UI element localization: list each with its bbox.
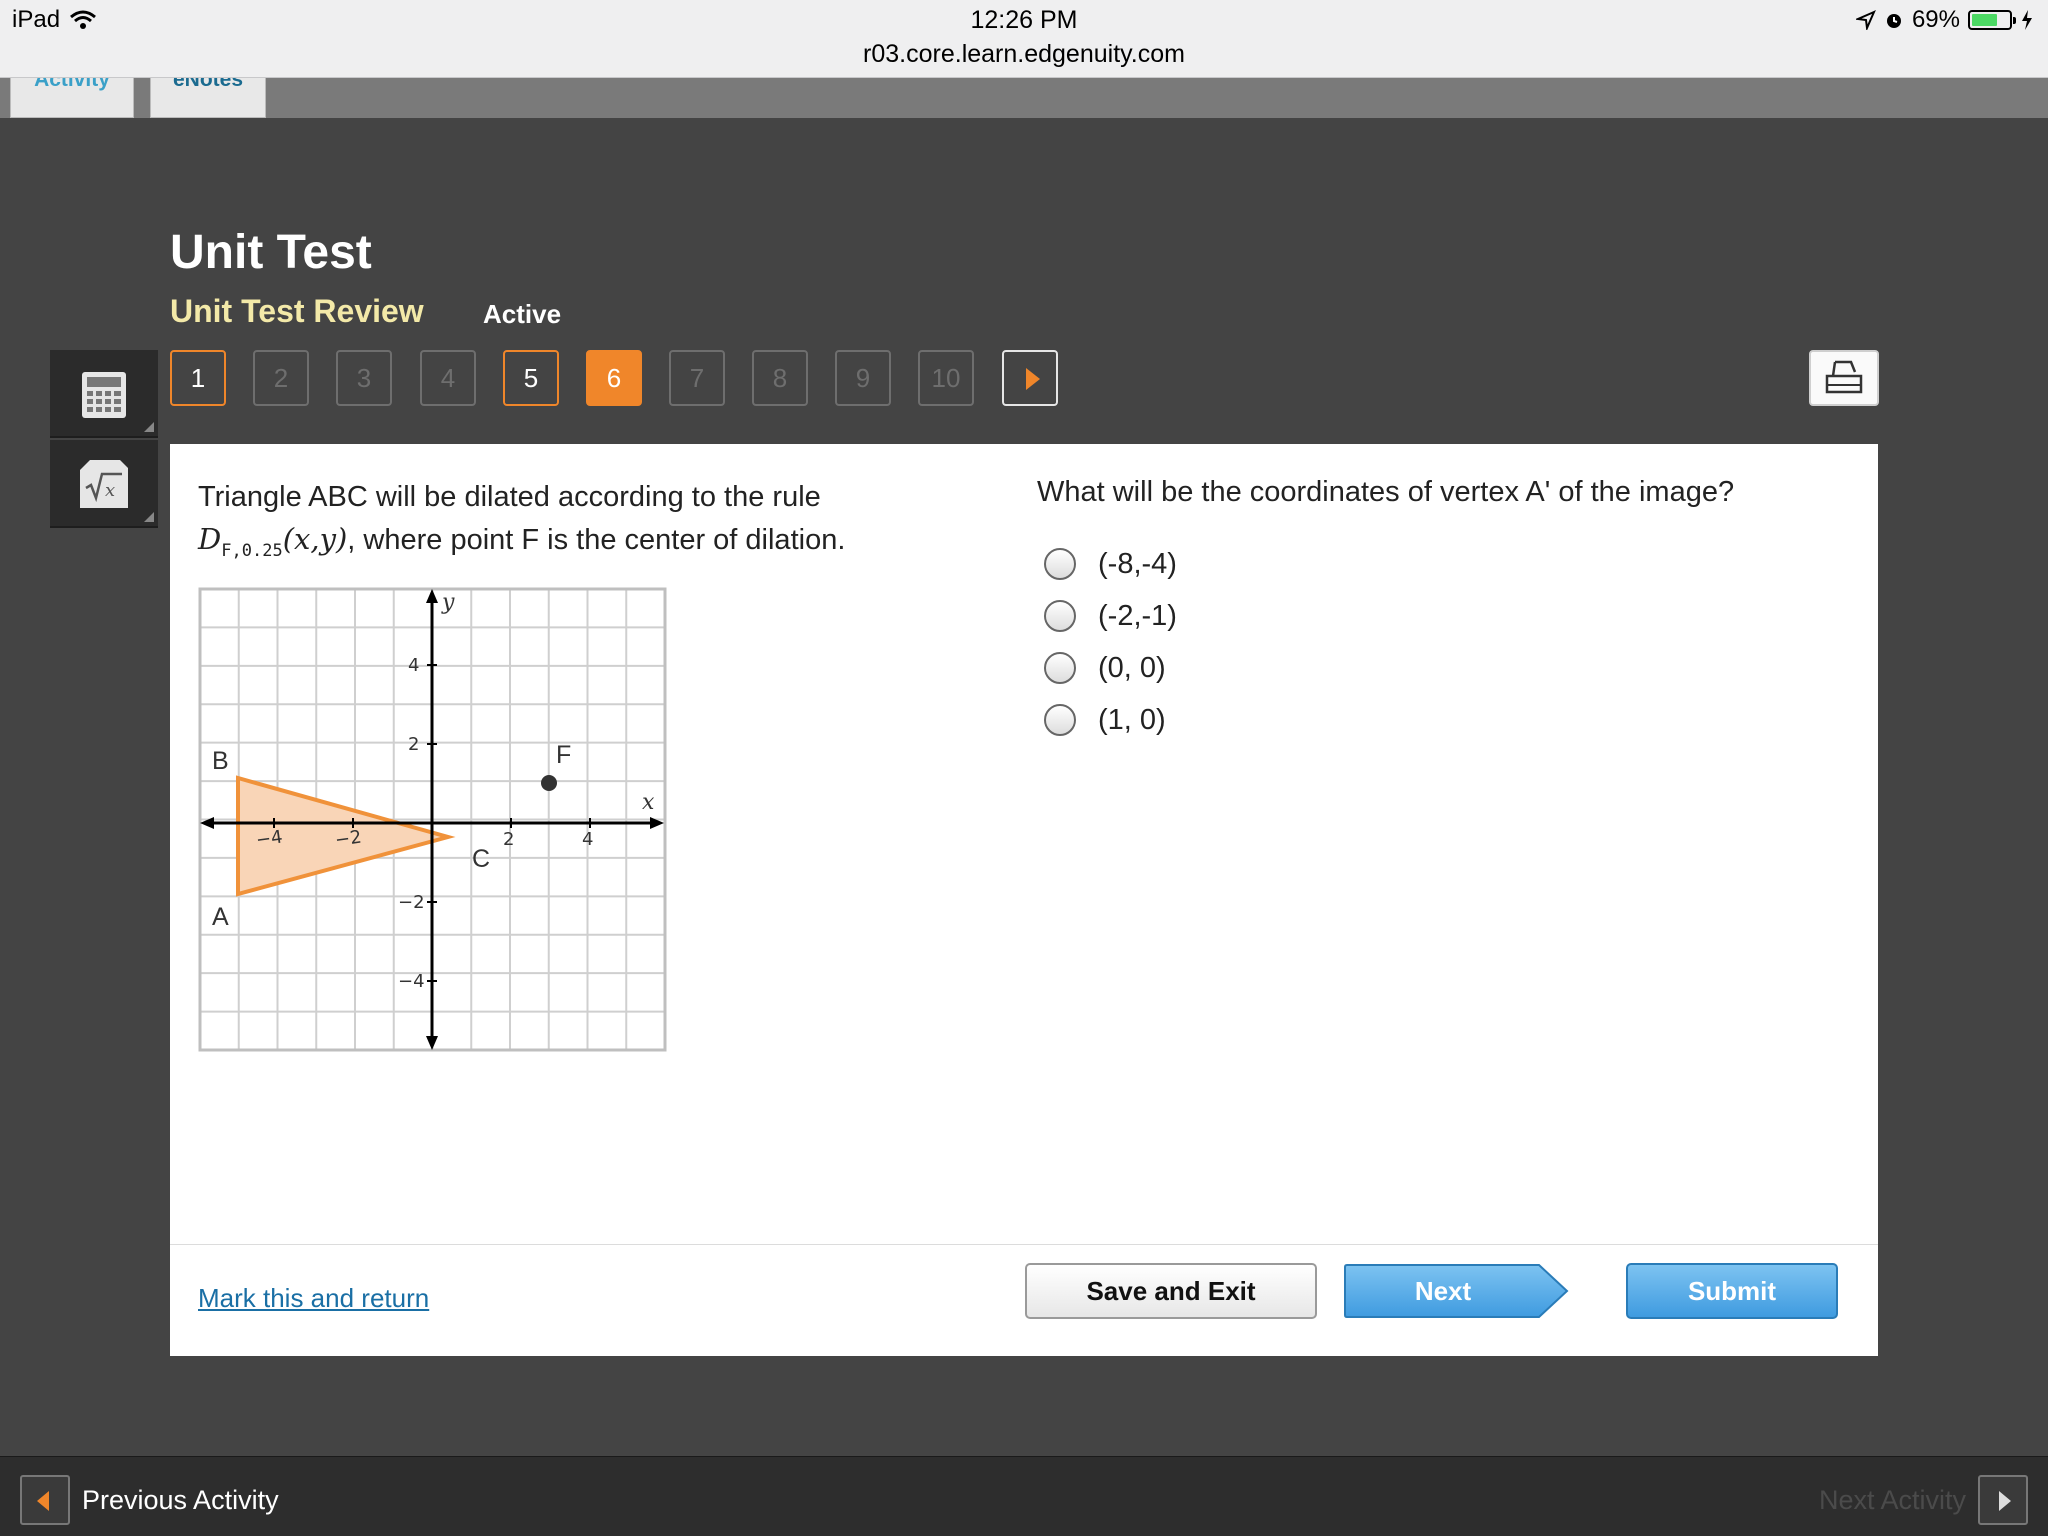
x-tick-label: 2 bbox=[503, 829, 514, 850]
question-nav-1[interactable]: 1 bbox=[170, 350, 226, 406]
page-title: Unit Test bbox=[170, 226, 372, 279]
x-tick-label: 4 bbox=[582, 829, 593, 850]
location-icon bbox=[1855, 10, 1876, 30]
x-tick-label: −4 bbox=[255, 827, 284, 851]
previous-activity-label: Previous Activity bbox=[82, 1484, 279, 1515]
label-f: F bbox=[556, 741, 571, 769]
question-nav-next-button[interactable] bbox=[1002, 350, 1058, 406]
question-prompt: Triangle ABC will be dilated according t… bbox=[198, 476, 998, 572]
y-tick-label: −2 bbox=[398, 892, 425, 913]
choice-label: (-8,-4) bbox=[1098, 547, 1177, 580]
question-nav-8[interactable]: 8 bbox=[752, 350, 808, 406]
charging-icon bbox=[2022, 10, 2032, 30]
status-right: 69% bbox=[1855, 6, 2034, 34]
prompt-line-1: Triangle ABC will be dilated according t… bbox=[198, 481, 821, 513]
choice-label: (0, 0) bbox=[1098, 651, 1166, 684]
alarm-icon bbox=[1886, 14, 1901, 28]
radio-button[interactable] bbox=[1044, 704, 1076, 736]
question-nav-5[interactable]: 5 bbox=[503, 350, 559, 406]
previous-arrow-icon bbox=[20, 1475, 70, 1525]
y-axis-top-arrow bbox=[426, 589, 438, 603]
battery-percent: 69% bbox=[1911, 6, 1960, 33]
question-nav-4[interactable]: 4 bbox=[420, 350, 476, 406]
status-label: Active bbox=[483, 299, 562, 329]
label-c: C bbox=[472, 845, 490, 873]
question-nav-9[interactable]: 9 bbox=[835, 350, 891, 406]
svg-text:x: x bbox=[105, 480, 115, 501]
choice-label: (-2,-1) bbox=[1098, 599, 1177, 632]
question-nav-3[interactable]: 3 bbox=[336, 350, 392, 406]
previous-activity-button[interactable]: Previous Activity bbox=[20, 1475, 279, 1525]
next-activity-label: Next Activity bbox=[1818, 1484, 1966, 1515]
next-button-label: Next bbox=[1414, 1276, 1472, 1306]
prompt-line-2: DF,0.25(x,y), where point F is the cente… bbox=[198, 522, 846, 561]
dilation-rule: DF,0.25(x,y) bbox=[198, 522, 348, 561]
formula-tool-button[interactable]: x bbox=[50, 440, 158, 528]
x-tick-label: −2 bbox=[334, 827, 363, 851]
radio-button[interactable] bbox=[1044, 652, 1076, 684]
label-a: A bbox=[212, 903, 229, 931]
calculator-icon bbox=[82, 372, 126, 418]
next-activity-button[interactable]: Next Activity bbox=[1819, 1475, 2028, 1525]
save-and-exit-button[interactable]: Save and Exit bbox=[1025, 1263, 1317, 1319]
choice-label: (1, 0) bbox=[1098, 703, 1166, 736]
question-nav-10[interactable]: 10 bbox=[918, 350, 974, 406]
radio-button[interactable] bbox=[1044, 600, 1076, 632]
tab-enotes[interactable]: eNotes bbox=[150, 78, 266, 118]
question-footer: Mark this and return Save and Exit Next … bbox=[170, 1244, 1878, 1356]
y-tick-label: 2 bbox=[408, 734, 419, 755]
question-nav-6[interactable]: 6 bbox=[586, 350, 642, 406]
question-nav-7[interactable]: 7 bbox=[669, 350, 725, 406]
submit-button[interactable]: Submit bbox=[1626, 1263, 1838, 1319]
y-axis-bottom-arrow bbox=[426, 1036, 438, 1050]
printer-icon bbox=[1825, 360, 1863, 394]
calculator-tool-button[interactable] bbox=[50, 350, 158, 438]
next-arrow-icon bbox=[1978, 1475, 2028, 1525]
activity-bar: Previous Activity Next Activity bbox=[0, 1456, 2048, 1536]
mark-and-return-link[interactable]: Mark this and return bbox=[198, 1283, 429, 1314]
print-button[interactable] bbox=[1809, 350, 1879, 406]
point-f bbox=[541, 775, 557, 791]
label-b: B bbox=[212, 747, 229, 775]
tab-strip: Activity eNotes bbox=[0, 78, 2048, 118]
question-nav-2[interactable]: 2 bbox=[253, 350, 309, 406]
y-tick-label: −4 bbox=[398, 971, 425, 992]
answer-choice[interactable]: (1, 0) bbox=[1044, 700, 1166, 740]
address-bar[interactable]: r03.core.learn.edgenuity.com bbox=[0, 40, 2048, 69]
tab-activity[interactable]: Activity bbox=[10, 78, 134, 118]
question-panel: Triangle ABC will be dilated according t… bbox=[170, 444, 1878, 1356]
answer-choice[interactable]: (-2,-1) bbox=[1044, 596, 1177, 636]
battery-icon bbox=[1968, 10, 2016, 30]
answer-choice[interactable]: (-8,-4) bbox=[1044, 544, 1177, 584]
page-subtitle: Unit Test Review bbox=[170, 293, 424, 329]
next-button[interactable]: Next bbox=[1343, 1263, 1571, 1319]
square-root-icon: x bbox=[80, 460, 128, 508]
play-arrow-icon bbox=[1026, 368, 1040, 390]
coordinate-graph: −4 −2 2 4 4 2 −2 −4 x y B A C F bbox=[198, 587, 667, 1052]
answer-choice[interactable]: (0, 0) bbox=[1044, 648, 1166, 688]
x-axis-label: x bbox=[642, 790, 655, 815]
status-bar: iPad 12:26 PM r03.core.learn.edgenuity.c… bbox=[0, 0, 2048, 78]
y-axis-label: y bbox=[441, 590, 455, 615]
clock: 12:26 PM bbox=[970, 6, 1078, 34]
question-text: What will be the coordinates of vertex A… bbox=[1037, 476, 1735, 508]
radio-button[interactable] bbox=[1044, 548, 1076, 580]
y-tick-label: 4 bbox=[408, 655, 419, 676]
